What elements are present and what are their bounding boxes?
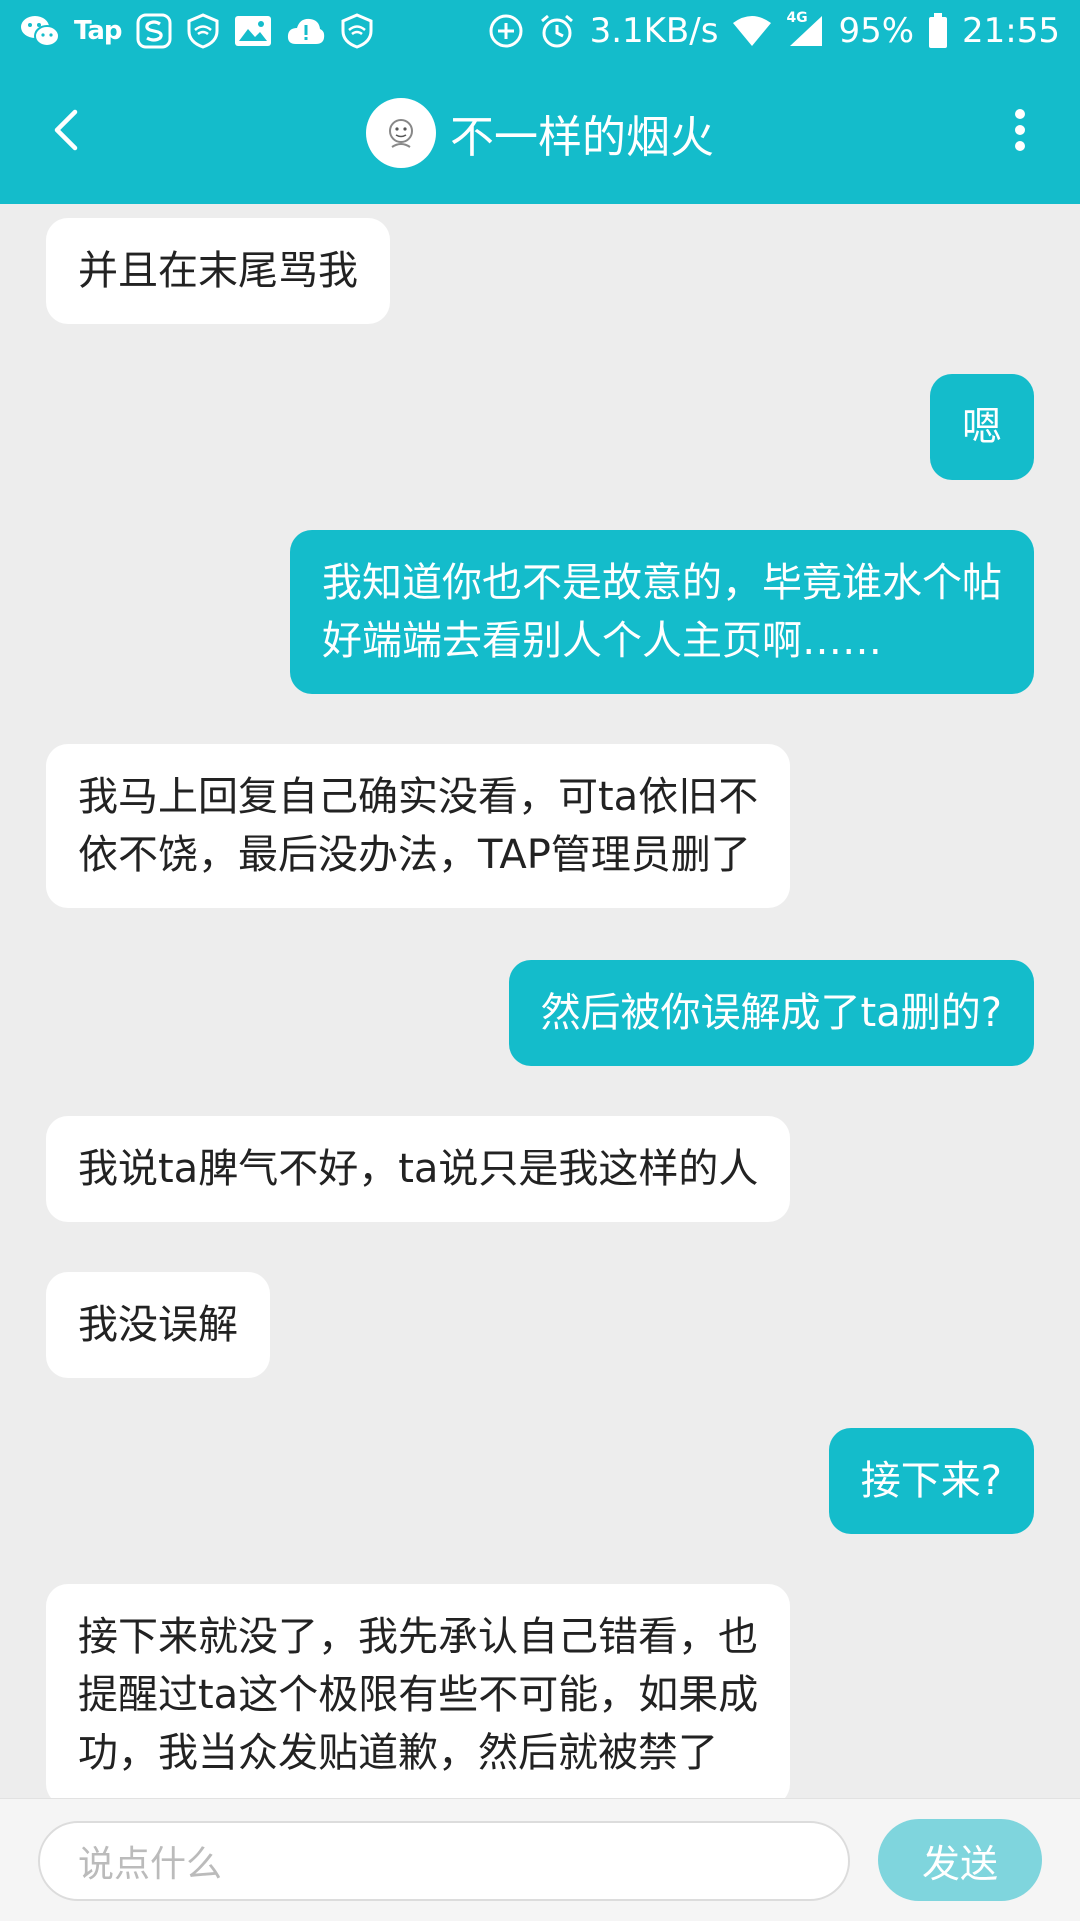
message-input-placeholder: 说点什么 <box>78 1844 223 1885</box>
send-button[interactable]: 发送 <box>878 1819 1042 1901</box>
message-bubble-outgoing[interactable]: 嗯 <box>930 374 1034 480</box>
message-bubble-outgoing[interactable]: 接下来? <box>828 1428 1034 1534</box>
signal-icon: 4G <box>786 10 824 48</box>
message-bubble-incoming[interactable]: 并且在末尾骂我 <box>46 218 390 324</box>
message-bubble-incoming[interactable]: 我马上回复自己确实没看，可ta依旧不 依不饶，最后没办法，TAP管理员删了 <box>46 744 791 908</box>
s-app-icon <box>136 13 172 49</box>
chat-area[interactable]: 并且在末尾骂我 嗯 我知道你也不是故意的，毕竟谁水个帖 好端端去看别人个人主页啊… <box>0 204 1080 1798</box>
avatar[interactable] <box>366 98 436 168</box>
alarm-icon <box>538 12 576 50</box>
message-bubble-incoming[interactable]: 我没误解 <box>46 1272 270 1378</box>
input-bar: 说点什么 发送 <box>0 1798 1080 1921</box>
clock: 21:55 <box>962 11 1060 51</box>
message-bubble-outgoing[interactable]: 然后被你误解成了ta删的? <box>508 960 1034 1066</box>
battery-percent: 95% <box>838 11 915 51</box>
battery-icon <box>928 13 948 49</box>
tap-icon: Tap <box>74 16 123 46</box>
message-bubble-outgoing[interactable]: 我知道你也不是故意的，毕竟谁水个帖 好端端去看别人个人主页啊…… <box>290 530 1034 694</box>
more-vertical-icon <box>1014 108 1026 156</box>
message-bubble-incoming[interactable]: 接下来就没了，我先承认自己错看，也 提醒过ta这个极限有些不可能，如果成 功，我… <box>46 1584 791 1798</box>
status-bar: Tap 3.1KB/s 4G 95% 21:55 <box>0 0 1080 62</box>
image-icon <box>234 15 272 47</box>
message-input[interactable]: 说点什么 <box>38 1821 850 1901</box>
data-saver-icon <box>488 13 524 49</box>
title-group: 不一样的烟火 <box>0 62 1080 204</box>
network-type: 4G <box>786 10 808 26</box>
status-right: 3.1KB/s 4G 95% 21:55 <box>488 10 1060 51</box>
more-options-button[interactable] <box>1000 102 1040 162</box>
cloud-alert-icon <box>286 16 326 46</box>
wifi-icon <box>732 15 772 47</box>
wechat-icon <box>20 14 60 48</box>
network-speed: 3.1KB/s <box>589 11 719 51</box>
chat-header: 不一样的烟火 <box>0 62 1080 204</box>
shield-icon <box>186 13 220 49</box>
shield-icon <box>340 13 374 49</box>
status-left: Tap <box>20 13 374 49</box>
page-title: 不一样的烟火 <box>450 112 714 163</box>
message-bubble-incoming[interactable]: 我说ta脾气不好，ta说只是我这样的人 <box>46 1116 791 1222</box>
